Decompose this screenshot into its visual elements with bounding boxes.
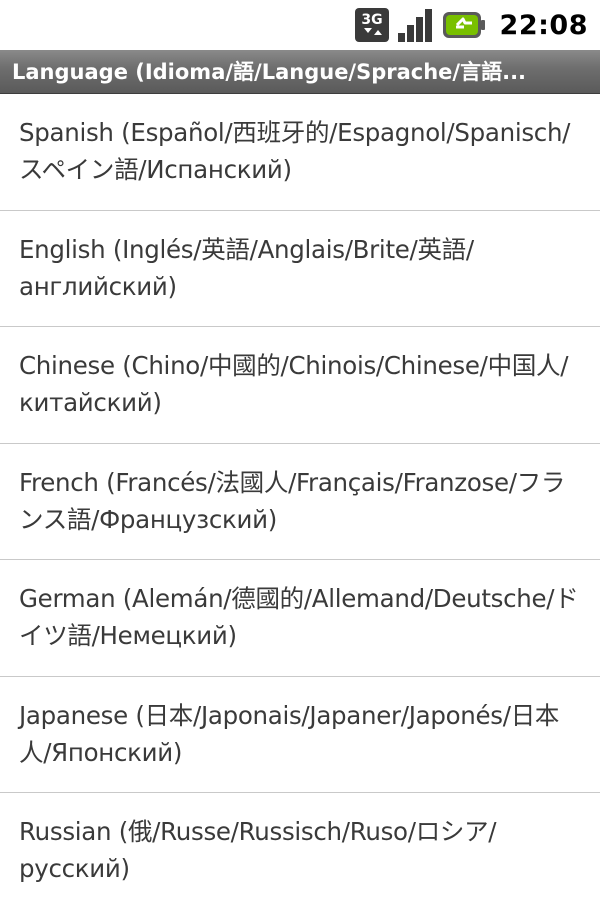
status-icons: 3G 22:08 (354, 5, 588, 45)
language-item-english[interactable]: English (Inglés/英語/Anglais/Brite/英語/англ… (0, 211, 600, 327)
list-item-label: Japanese (日本/Japonais/Japaner/Japonés/日本… (19, 700, 560, 767)
language-item-french[interactable]: French (Francés/法國人/Français/Franzose/フラ… (0, 444, 600, 560)
status-bar: 3G 22:08 (0, 0, 600, 50)
battery-charging-icon (442, 10, 486, 40)
language-item-spanish[interactable]: Spanish (Español/西班牙的/Espagnol/Spanisch/… (0, 94, 600, 211)
language-list[interactable]: Spanish (Español/西班牙的/Espagnol/Spanisch/… (0, 94, 600, 900)
3g-data-icon: 3G (354, 7, 390, 43)
list-item-label: English (Inglés/英語/Anglais/Brite/英語/англ… (19, 234, 474, 301)
list-item-label: Russian (俄/Russe/Russisch/Ruso/ロシア/русск… (19, 817, 497, 883)
list-item-label: French (Francés/法國人/Français/Franzose/フラ… (19, 467, 566, 534)
list-item-label: Chinese (Chino/中國的/Chinois/Chinese/中国人/к… (19, 351, 569, 417)
language-item-japanese[interactable]: Japanese (日本/Japonais/Japaner/Japonés/日本… (0, 677, 600, 793)
list-item-label: Spanish (Español/西班牙的/Espagnol/Spanisch/… (19, 118, 571, 184)
status-clock: 22:08 (499, 9, 588, 41)
network-type-label: 3G (361, 12, 382, 28)
page-title: Language (Idioma/語/Langue/Sprache/言語... (12, 60, 527, 84)
language-item-chinese[interactable]: Chinese (Chino/中國的/Chinois/Chinese/中国人/к… (0, 327, 600, 444)
title-bar: Language (Idioma/語/Langue/Sprache/言語... (0, 50, 600, 94)
language-item-german[interactable]: German (Alemán/德國的/Allemand/Deutsche/ドイツ… (0, 560, 600, 677)
signal-strength-icon (396, 7, 436, 43)
language-item-russian[interactable]: Russian (俄/Russe/Russisch/Ruso/ロシア/русск… (0, 793, 600, 900)
list-item-label: German (Alemán/德國的/Allemand/Deutsche/ドイツ… (19, 584, 579, 650)
